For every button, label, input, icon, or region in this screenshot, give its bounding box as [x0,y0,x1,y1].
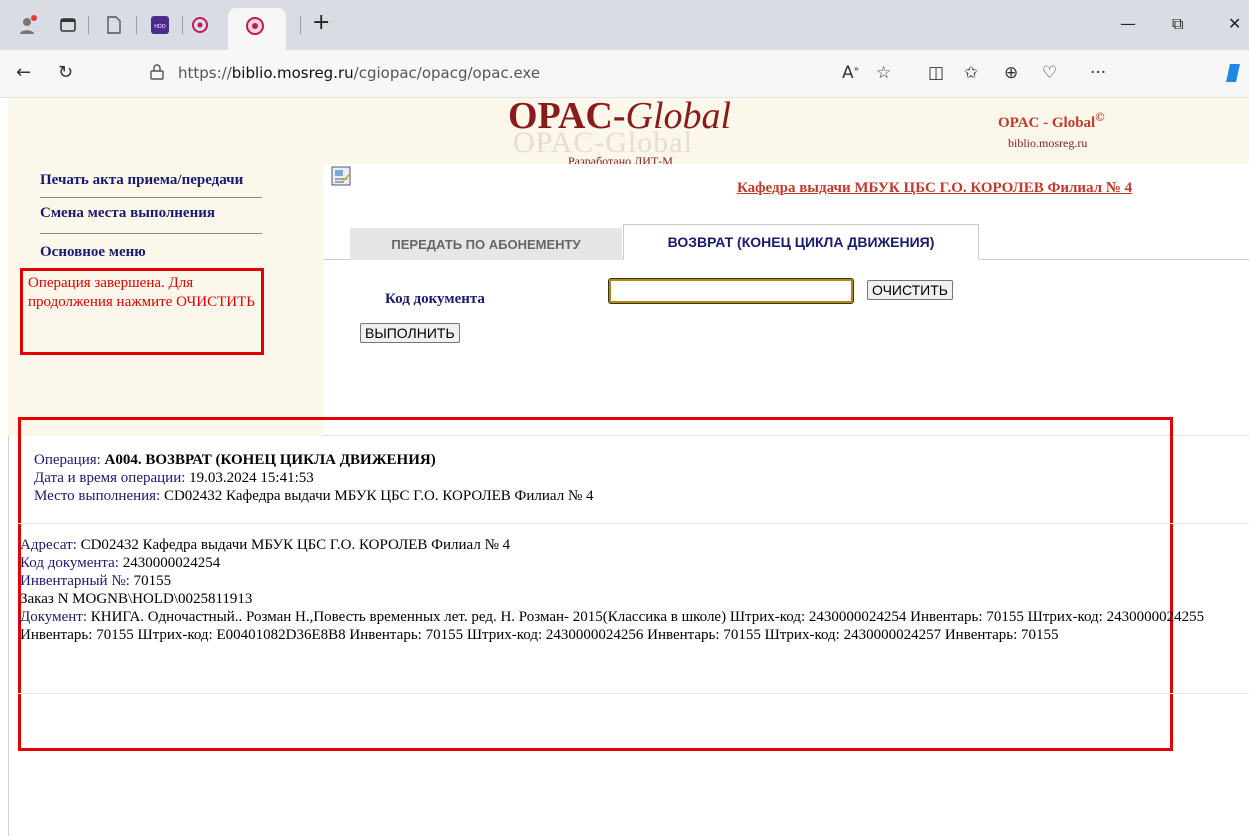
tab-transfer-subscription[interactable]: ПЕРЕДАТЬ ПО АБОНЕМЕНТУ [350,228,622,260]
restore-button[interactable]: ⧉ [1172,14,1183,34]
place-line: Место выполнения: CD02432 Кафедра выдачи… [34,487,594,505]
document-value: КНИГА. Одночастный.. Розман Н.,Повесть в… [20,609,1205,643]
status-message: Операция завершена. Для продолжения нажм… [20,268,264,355]
code-label: Код документа: [20,555,119,571]
opac-active-tab-icon [245,16,265,36]
back-icon[interactable]: ← [16,62,31,83]
site-header: OPAC-Global OPAC-Global Разработано ЛИТ-… [8,95,1249,168]
url-field[interactable]: https://biblio.mosreg.ru/cgiopac/opacg/o… [178,64,540,82]
department-link[interactable]: Кафедра выдачи МБУК ЦБС Г.О. КОРОЛЕВ Фил… [737,180,1132,197]
refresh-icon[interactable]: ↻ [58,62,73,83]
place-label: Место выполнения: [34,488,161,504]
operation-summary: Операция: A004. ВОЗВРАТ (КОНЕЦ ЦИКЛА ДВИ… [34,451,594,505]
minimize-button[interactable]: — [1120,14,1136,33]
header-right-subtitle: biblio.mosreg.ru [1008,136,1088,150]
result-divider [16,693,1249,694]
result-divider [16,523,1249,524]
header-right-title: OPAC - Global© [998,110,1105,131]
sidebar-item-print-act[interactable]: Печать акта приема/передачи [40,172,243,189]
datetime-label: Дата и время операции: [34,470,186,486]
profile-icon[interactable] [18,15,38,35]
document-edit-icon[interactable] [331,166,351,186]
page-content: OPAC-Global OPAC-Global Разработано ЛИТ-… [8,95,1249,836]
close-window-button[interactable]: ✕ [1228,14,1241,33]
order-line: Заказ N MOGNB\HOLD\0025811913 [20,591,253,607]
sidebar-divider [40,197,262,198]
inventory-value: 70155 [133,573,172,589]
document-label: Документ: [20,609,88,625]
execute-button[interactable]: ВЫПОЛНИТЬ [360,323,460,343]
split-screen-icon[interactable]: ◫ [928,63,944,83]
clear-button[interactable]: ОЧИСТИТЬ [867,280,953,300]
more-menu-icon[interactable]: ··· [1090,63,1106,83]
copilot-icon[interactable] [1226,62,1246,89]
operation-label: Операция: [34,452,101,468]
opac-tab-icon[interactable] [190,15,210,35]
collections-icon[interactable]: ⊕ [1004,63,1018,83]
page-tab-icon[interactable] [104,15,124,35]
site-logo: OPAC-Global [508,95,732,137]
active-browser-tab[interactable] [228,8,286,50]
inventory-line: Инвентарный №: 70155 [20,572,1249,590]
addressee-label: Адресат: [20,537,77,553]
code-value: 2430000024254 [122,555,221,571]
new-tab-button[interactable]: + [312,10,330,35]
sidebar-divider [40,233,262,234]
document-code-input[interactable] [608,278,854,304]
svg-text:HDD: HDD [154,24,166,30]
datetime-line: Дата и время операции: 19.03.2024 15:41:… [34,469,594,487]
address-bar-row: ← ↻ https://biblio.mosreg.ru/cgiopac/opa… [0,50,1249,98]
code-line: Код документа: 2430000024254 [20,554,1249,572]
operation-details: Адресат: CD02432 Кафедра выдачи МБУК ЦБС… [20,536,1249,644]
main-form-area: Кафедра выдачи МБУК ЦБС Г.О. КОРОЛЕВ Фил… [323,164,1249,436]
addressee-value: CD02432 Кафедра выдачи МБУК ЦБС Г.О. КОР… [80,537,511,553]
tab-return[interactable]: ВОЗВРАТ (КОНЕЦ ЦИКЛА ДВИЖЕНИЯ) [623,224,979,260]
datetime-value: 19.03.2024 15:41:53 [189,470,314,486]
hdd-tab-icon[interactable]: HDD [150,15,170,35]
document-line: Документ: КНИГА. Одночастный.. Розман Н.… [20,608,1249,644]
favorite-star-icon[interactable]: ☆ [876,63,891,83]
addressee-line: Адресат: CD02432 Кафедра выдачи МБУК ЦБС… [20,536,1249,554]
sidebar-item-main-menu[interactable]: Основное меню [40,244,146,261]
operation-value: A004. ВОЗВРАТ (КОНЕЦ ЦИКЛА ДВИЖЕНИЯ) [104,452,436,468]
browser-essentials-icon[interactable]: ♡ [1042,63,1057,83]
tab-actions-icon[interactable] [58,15,78,35]
read-aloud-icon[interactable]: A» [842,63,859,83]
operation-line: Операция: A004. ВОЗВРАТ (КОНЕЦ ЦИКЛА ДВИ… [34,451,594,469]
lock-icon[interactable] [150,64,164,84]
browser-tab-bar: HDD + — ⧉ ✕ [0,0,1249,50]
favorites-list-icon[interactable]: ✩ [964,63,978,83]
inventory-label: Инвентарный №: [20,573,130,589]
place-value: CD02432 Кафедра выдачи МБУК ЦБС Г.О. КОР… [163,488,594,504]
sidebar-item-change-location[interactable]: Смена места выполнения [40,205,215,222]
document-code-label: Код документа [385,291,485,307]
